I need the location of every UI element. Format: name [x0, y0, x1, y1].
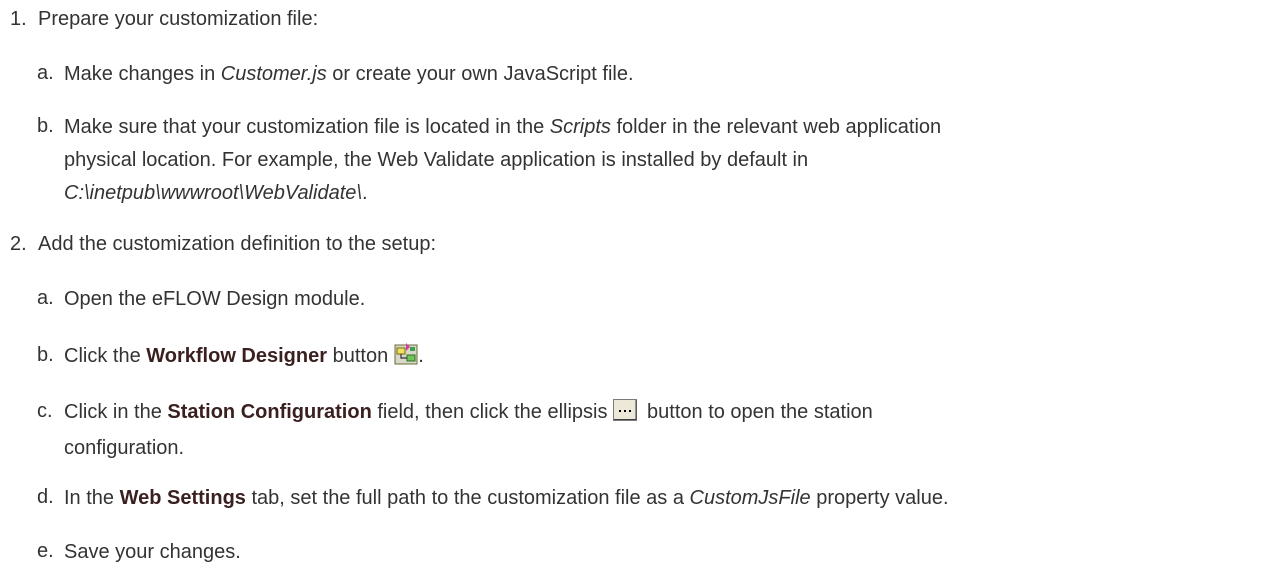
substep-letter: a. — [37, 287, 54, 309]
substep-text: Open the eFLOW Design module. — [64, 288, 366, 310]
step-text: Add the customization definition to the … — [38, 233, 437, 255]
substep-letter: c. — [37, 400, 53, 422]
substep-letter: e. — [37, 540, 54, 562]
substep-letter: d. — [37, 486, 54, 508]
path: C:\inetpub\wwwroot\WebValidate\ — [64, 182, 362, 204]
substep-text: In the Web Settings tab, set the full pa… — [64, 487, 949, 509]
substep-text-line-1: Click in the Station Configuration field… — [64, 399, 873, 423]
instructions-page: 1. Prepare your customization file: a. M… — [0, 0, 1273, 575]
property-name: CustomJsFile — [689, 487, 811, 509]
ui-label: Station Configuration — [167, 401, 372, 423]
filename: Customer.js — [220, 63, 327, 85]
substep-text-line-2: physical location. For example, the Web … — [64, 149, 809, 171]
substep-text: Click the Workflow Designer button . — [64, 340, 424, 372]
folder-name: Scripts — [549, 116, 611, 138]
substep-text: Make changes in Customer.js or create yo… — [64, 63, 634, 85]
substep-text-line-1: Make sure that your customization file i… — [64, 116, 942, 138]
substep-letter: b. — [37, 344, 54, 366]
ellipsis-button-icon — [613, 399, 638, 421]
step-text: Prepare your customization file: — [38, 8, 319, 30]
step-number: 1. — [10, 8, 27, 30]
substep-letter: b. — [37, 115, 54, 137]
substep-text-line-2: configuration. — [64, 437, 185, 459]
ui-label: Workflow Designer — [146, 345, 328, 367]
ui-label: Web Settings — [119, 487, 246, 509]
workflow-designer-icon — [394, 342, 418, 366]
substep-letter: a. — [37, 62, 54, 84]
step-number: 2. — [10, 233, 27, 255]
substep-text: Save your changes. — [64, 541, 241, 563]
substep-text-line-3: C:\inetpub\wwwroot\WebValidate\. — [64, 182, 368, 204]
